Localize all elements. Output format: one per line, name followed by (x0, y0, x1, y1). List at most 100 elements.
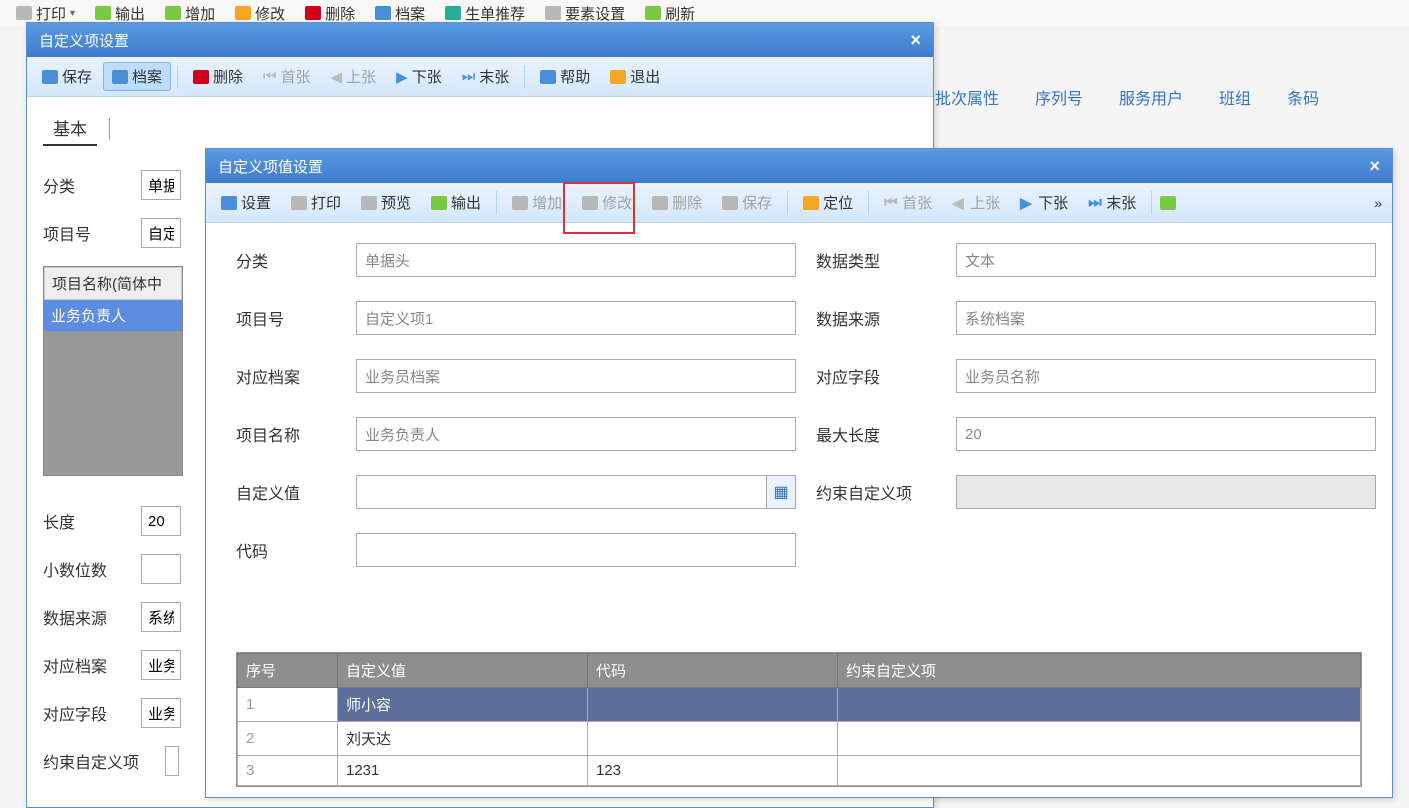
col-val[interactable]: 自定义值 (338, 654, 588, 688)
dialog1-title: 自定义项设置 (39, 30, 129, 51)
constraint-label: 约束自定义项 (816, 480, 936, 504)
constraint-input[interactable] (165, 746, 179, 776)
delete-label: 删除 (325, 3, 355, 24)
tab-basic[interactable]: 基本 (43, 111, 97, 146)
delete-button[interactable]: 删除 (184, 62, 252, 91)
projno-label: 项目号 (236, 306, 336, 330)
first-button[interactable]: ⏮首张 (254, 62, 320, 91)
export-button[interactable]: 输出 (422, 188, 490, 217)
list-item[interactable]: 业务负责人 (44, 300, 182, 331)
lookup-button[interactable]: ▦ (766, 475, 796, 509)
name-label: 项目名称 (236, 422, 336, 446)
edit-button[interactable]: 修改 (573, 188, 641, 217)
right-tab-strip: 批次属性 序列号 服务用户 班组 条码 (935, 82, 1409, 112)
cell-constraint (838, 722, 1361, 756)
dialog2-title: 自定义项值设置 (218, 156, 323, 177)
field-label: 对应字段 (43, 701, 129, 725)
category-input[interactable] (141, 170, 181, 200)
col-seq[interactable]: 序号 (238, 654, 338, 688)
more-icon[interactable] (1160, 196, 1176, 210)
locate-button[interactable]: 定位 (794, 188, 862, 217)
form-grid: 分类 数据类型 项目号 数据来源 对应档案 对应字段 项目名称 最大长度 自定义… (236, 243, 1362, 567)
datasrc-input[interactable] (141, 602, 181, 632)
dialog1-close-icon[interactable]: × (910, 30, 921, 51)
help-button[interactable]: 帮助 (531, 62, 599, 91)
next-button[interactable]: ▶下张 (1011, 188, 1077, 217)
length-label: 长度 (43, 509, 129, 533)
dialog2-close-icon[interactable]: × (1369, 156, 1380, 177)
export-icon (95, 6, 111, 20)
last-button[interactable]: ⏭末张 (1079, 188, 1145, 217)
archive-label: 档案 (395, 3, 425, 24)
export-label: 输出 (115, 3, 145, 24)
separator (524, 65, 525, 89)
datasrc-label: 数据来源 (816, 306, 936, 330)
table-row[interactable]: 1师小容 (238, 688, 1361, 722)
dialog2-toolbar: 设置 打印 预览 输出 增加 修改 删除 保存 定位 ⏮首张 ◀上张 ▶下张 ⏭… (206, 183, 1392, 223)
decimal-input[interactable] (141, 554, 181, 584)
config-label: 要素设置 (565, 3, 625, 24)
save-icon (722, 196, 738, 210)
prev-button[interactable]: ◀上张 (322, 62, 386, 91)
projno-input[interactable] (141, 218, 181, 248)
custval-input[interactable] (356, 475, 766, 509)
refresh-icon (645, 6, 661, 20)
separator (109, 118, 110, 140)
decimal-label: 小数位数 (43, 557, 129, 581)
add-button[interactable]: 增加 (503, 188, 571, 217)
col-code[interactable]: 代码 (588, 654, 838, 688)
delete-button[interactable]: 删除 (643, 188, 711, 217)
save-button[interactable]: 保存 (713, 188, 781, 217)
tab-team[interactable]: 班组 (1219, 85, 1251, 109)
print-button[interactable]: 打印 (282, 188, 350, 217)
trash-icon (193, 70, 209, 84)
tab-batch[interactable]: 批次属性 (935, 85, 999, 109)
field-input (956, 359, 1376, 393)
col-constraint[interactable]: 约束自定义项 (838, 654, 1361, 688)
datatype-input (956, 243, 1376, 277)
category-label: 分类 (236, 248, 336, 272)
cell-code: 123 (588, 756, 838, 786)
field-input[interactable] (141, 698, 181, 728)
project-name-list[interactable]: 项目名称(简体中 业务负责人 (43, 266, 183, 476)
last-button[interactable]: ⏭末张 (453, 62, 519, 91)
cell-seq: 2 (238, 722, 338, 756)
dialog1-titlebar[interactable]: 自定义项设置 × (27, 23, 933, 57)
first-icon: ⏮ (884, 194, 898, 211)
exit-icon (610, 70, 626, 84)
preview-button[interactable]: 预览 (352, 188, 420, 217)
locate-icon (803, 196, 819, 210)
table-row[interactable]: 31231123 (238, 756, 1361, 786)
next-button[interactable]: ▶下张 (387, 62, 451, 91)
first-button[interactable]: ⏮首张 (875, 188, 941, 217)
code-input[interactable] (356, 533, 796, 567)
cell-val: 1231 (338, 756, 588, 786)
exit-button[interactable]: 退出 (601, 62, 669, 91)
cell-constraint (838, 756, 1361, 786)
cell-constraint (838, 688, 1361, 722)
length-input[interactable] (141, 506, 181, 536)
tab-serial[interactable]: 序列号 (1035, 85, 1083, 109)
tab-service-user[interactable]: 服务用户 (1119, 85, 1183, 109)
help-icon (540, 70, 556, 84)
tab-barcode[interactable]: 条码 (1287, 85, 1319, 109)
overflow-icon[interactable]: » (1370, 195, 1386, 211)
save-button[interactable]: 保存 (33, 62, 101, 91)
field-label: 对应字段 (816, 364, 936, 388)
table-row[interactable]: 2刘天达 (238, 722, 1361, 756)
plus-icon (165, 6, 181, 20)
cell-val: 师小容 (338, 688, 588, 722)
settings-button[interactable]: 设置 (212, 188, 280, 217)
archive-button[interactable]: 档案 (103, 62, 171, 91)
prev-button[interactable]: ◀上张 (943, 188, 1009, 217)
separator (868, 191, 869, 215)
pencil-icon (582, 196, 598, 210)
constraint-input (956, 475, 1376, 509)
separator (496, 191, 497, 215)
custom-value-settings-dialog: 自定义项值设置 × 设置 打印 预览 输出 增加 修改 删除 保存 定位 ⏮首张… (205, 148, 1393, 798)
dialog1-tabs: 基本 (43, 111, 917, 146)
dialog2-titlebar[interactable]: 自定义项值设置 × (206, 149, 1392, 183)
dropdown-icon: ▾ (70, 8, 75, 19)
file-input[interactable] (141, 650, 181, 680)
printer-icon (16, 6, 32, 20)
